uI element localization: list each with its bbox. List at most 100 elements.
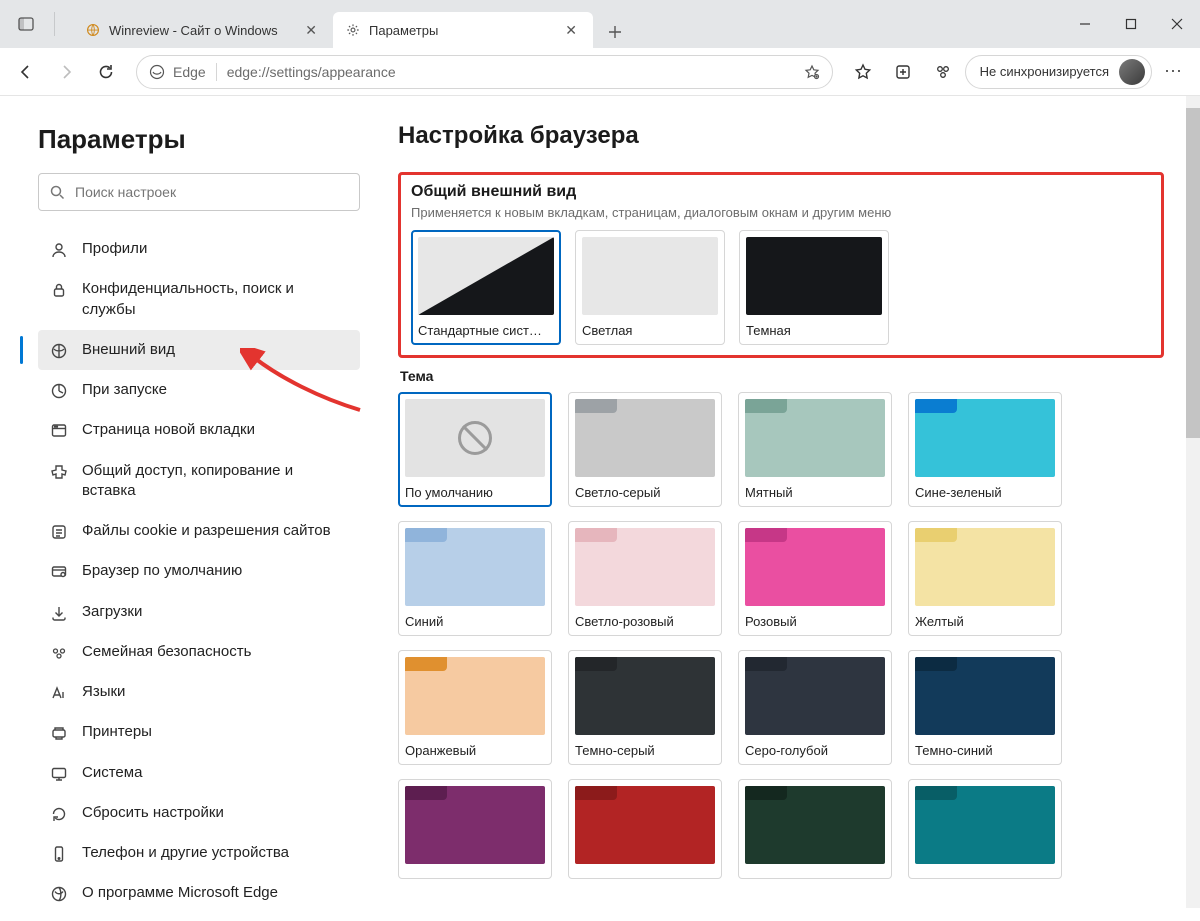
tab-strip: Winreview - Сайт о Windows ✕ Параметры ✕: [73, 0, 631, 48]
nav-label: Файлы cookie и разрешения сайтов: [82, 521, 331, 541]
theme-swatch: [915, 399, 1055, 477]
search-icon: [49, 184, 65, 200]
sidebar-item[interactable]: Файлы cookie и разрешения сайтов: [38, 511, 360, 551]
close-icon[interactable]: ✕: [301, 20, 321, 41]
sidebar-item[interactable]: Телефон и другие устройства: [38, 833, 360, 873]
appearance-option-dark[interactable]: Темная: [739, 230, 889, 345]
theme-label: По умолчанию: [405, 485, 545, 500]
theme-swatch: [405, 528, 545, 606]
profile-sync-chip[interactable]: Не синхронизируется: [965, 55, 1152, 89]
sidebar-item[interactable]: Профили: [38, 229, 360, 269]
theme-card[interactable]: Розовый: [738, 521, 892, 636]
theme-grid: По умолчанию Светло-серый МятныйСине-зелен…: [398, 392, 1164, 879]
theme-card[interactable]: Сине-зеленый: [908, 392, 1062, 507]
theme-label: Темно-серый: [575, 743, 715, 758]
nav-label: Сбросить настройки: [82, 803, 224, 823]
minimize-button[interactable]: [1062, 0, 1108, 48]
sidebar-item[interactable]: Общий доступ, копирование и вставка: [38, 451, 360, 512]
sidebar-item[interactable]: Страница новой вкладки: [38, 410, 360, 450]
settings-main: Настройка браузера Общий внешний вид При…: [380, 96, 1200, 921]
option-label: Стандартные сист…: [418, 323, 554, 338]
nav-label: О программе Microsoft Edge: [82, 883, 278, 903]
window-controls: [1062, 0, 1200, 48]
sidebar-item[interactable]: Загрузки: [38, 592, 360, 632]
sidebar-item[interactable]: Конфиденциальность, поиск и службы: [38, 269, 360, 330]
back-button[interactable]: [8, 54, 44, 90]
tab-settings[interactable]: Параметры ✕: [333, 12, 593, 48]
forward-button[interactable]: [48, 54, 84, 90]
appearance-option-light[interactable]: Светлая: [575, 230, 725, 345]
theme-label: Синий: [405, 614, 545, 629]
sidebar-item[interactable]: О программе Microsoft Edge: [38, 873, 360, 913]
theme-label: Серо-голубой: [745, 743, 885, 758]
option-label: Темная: [746, 323, 882, 338]
theme-card[interactable]: Мятный: [738, 392, 892, 507]
theme-card[interactable]: По умолчанию: [398, 392, 552, 507]
tab-actions-icon[interactable]: [8, 6, 44, 42]
site-identity[interactable]: Edge: [149, 64, 206, 80]
theme-card[interactable]: Синий: [398, 521, 552, 636]
url-text: edge://settings/appearance: [227, 64, 396, 80]
identity-label: Edge: [173, 64, 206, 80]
theme-card[interactable]: Светло-розовый: [568, 521, 722, 636]
sidebar-item[interactable]: Браузер по умолчанию: [38, 551, 360, 591]
reading-list-icon[interactable]: [804, 64, 820, 80]
swatch-system: [418, 237, 554, 315]
theme-card[interactable]: [738, 779, 892, 879]
theme-card[interactable]: [398, 779, 552, 879]
nav-icon: [50, 684, 68, 702]
sidebar-item[interactable]: Принтеры: [38, 712, 360, 752]
new-tab-button[interactable]: [599, 16, 631, 48]
tab-winreview[interactable]: Winreview - Сайт о Windows ✕: [73, 12, 333, 48]
folder-tab: [745, 399, 787, 413]
more-menu-button[interactable]: ⋯: [1156, 54, 1192, 90]
search-input[interactable]: [75, 184, 349, 200]
nav-icon: [50, 644, 68, 662]
scrollbar-thumb[interactable]: [1186, 108, 1200, 438]
divider: [54, 12, 55, 36]
favorites-button[interactable]: [845, 54, 881, 90]
nav-icon: [50, 765, 68, 783]
theme-swatch: [575, 657, 715, 735]
folder-tab: [745, 786, 787, 800]
extensions-button[interactable]: [925, 54, 961, 90]
collections-button[interactable]: [885, 54, 921, 90]
section-heading: Общий внешний вид: [411, 183, 1151, 201]
sidebar-item[interactable]: Внешний вид: [38, 330, 360, 370]
theme-card[interactable]: Оранжевый: [398, 650, 552, 765]
refresh-button[interactable]: [88, 54, 124, 90]
theme-swatch: [405, 657, 545, 735]
sidebar-item[interactable]: Сбросить настройки: [38, 793, 360, 833]
nav-label: При запуске: [82, 380, 167, 400]
nav-label: Семейная безопасность: [82, 642, 251, 662]
theme-card[interactable]: Темно-синий: [908, 650, 1062, 765]
address-bar[interactable]: Edge edge://settings/appearance: [136, 55, 833, 89]
nav-label: Телефон и другие устройства: [82, 843, 289, 863]
close-icon[interactable]: ✕: [561, 20, 581, 41]
avatar: [1119, 59, 1145, 85]
settings-search[interactable]: [38, 173, 360, 211]
theme-swatch: [745, 657, 885, 735]
theme-card[interactable]: Серо-голубой: [738, 650, 892, 765]
sidebar-item[interactable]: При запуске: [38, 370, 360, 410]
nav-label: Загрузки: [82, 602, 142, 622]
theme-card[interactable]: Светло-серый: [568, 392, 722, 507]
folder-tab: [575, 528, 617, 542]
theme-label: Темно-синий: [915, 743, 1055, 758]
maximize-button[interactable]: [1108, 0, 1154, 48]
theme-card[interactable]: [568, 779, 722, 879]
nav-icon: [50, 382, 68, 400]
sidebar-item[interactable]: Система: [38, 753, 360, 793]
folder-tab: [575, 399, 617, 413]
appearance-option-system[interactable]: Стандартные сист…: [411, 230, 561, 345]
theme-card[interactable]: Желтый: [908, 521, 1062, 636]
folder-tab: [405, 657, 447, 671]
annotation-highlight-box: Общий внешний вид Применяется к новым вк…: [398, 172, 1164, 358]
theme-card[interactable]: Темно-серый: [568, 650, 722, 765]
sidebar-item[interactable]: Языки: [38, 672, 360, 712]
theme-card[interactable]: [908, 779, 1062, 879]
theme-swatch: [405, 399, 545, 477]
sidebar-item[interactable]: Семейная безопасность: [38, 632, 360, 672]
close-button[interactable]: [1154, 0, 1200, 48]
theme-label: Светло-серый: [575, 485, 715, 500]
